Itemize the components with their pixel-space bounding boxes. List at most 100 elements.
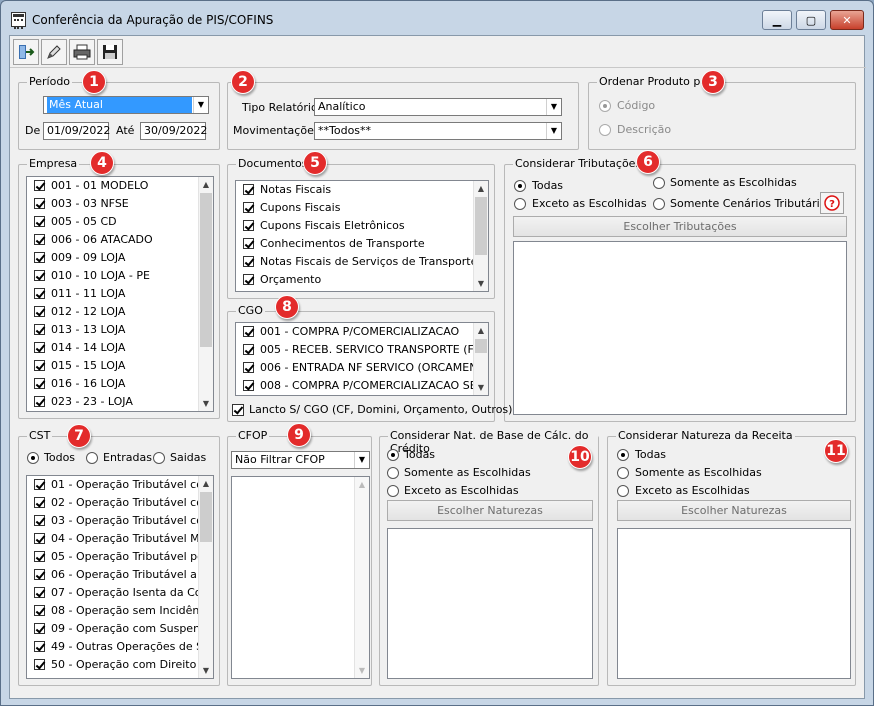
list-item[interactable]: 07 - Operação Isenta da Contri: [27, 584, 213, 602]
list-item[interactable]: 012 - 12 LOJA: [27, 303, 213, 321]
list-item[interactable]: 005 - 05 CD: [27, 213, 213, 231]
list-item[interactable]: 02 - Operação Tributável com: [27, 494, 213, 512]
checkbox[interactable]: [243, 184, 254, 195]
tributacoes-list[interactable]: [513, 241, 847, 415]
scroll-down-icon[interactable]: ▼: [199, 396, 213, 411]
checkbox[interactable]: [243, 238, 254, 249]
list-item[interactable]: 015 - 15 LOJA: [27, 357, 213, 375]
checkbox[interactable]: [34, 515, 45, 526]
trib-exceto-radio[interactable]: [514, 198, 526, 210]
checkbox[interactable]: [34, 659, 45, 670]
date-from-input[interactable]: 01/09/2022: [43, 122, 110, 140]
checkbox[interactable]: [243, 326, 254, 337]
scroll-thumb[interactable]: [200, 193, 212, 347]
checkbox[interactable]: [34, 551, 45, 562]
scroll-up-icon[interactable]: ▲: [199, 476, 213, 491]
list-item[interactable]: 016 - 16 LOJA: [27, 375, 213, 393]
checkbox[interactable]: [243, 380, 254, 391]
scroll-down-icon[interactable]: ▼: [474, 380, 488, 395]
list-item[interactable]: 06 - Operação Tributável a Alí: [27, 566, 213, 584]
checkbox[interactable]: [243, 362, 254, 373]
save-button[interactable]: [97, 39, 123, 65]
scroll-thumb[interactable]: [475, 197, 487, 255]
cfop-select[interactable]: Não Filtrar CFOP ▼: [231, 451, 370, 469]
trib-todas-radio[interactable]: [514, 180, 526, 192]
natreceita-somente-radio[interactable]: [617, 467, 629, 479]
lancto-sem-cgo-checkbox[interactable]: [232, 404, 244, 416]
natreceita-exceto-radio[interactable]: [617, 485, 629, 497]
chevron-down-icon[interactable]: ▼: [546, 99, 561, 115]
checkbox[interactable]: [34, 479, 45, 490]
ordenar-codigo-radio[interactable]: [599, 100, 611, 112]
checkbox[interactable]: [34, 533, 45, 544]
chevron-down-icon[interactable]: ▼: [546, 123, 561, 139]
scroll-down-icon[interactable]: ▼: [355, 663, 369, 678]
checkbox[interactable]: [34, 360, 45, 371]
cfop-list[interactable]: ▲ ▼: [231, 476, 370, 679]
scroll-down-icon[interactable]: ▼: [474, 276, 488, 291]
chevron-down-icon[interactable]: ▼: [193, 97, 208, 113]
checkbox[interactable]: [34, 234, 45, 245]
list-item[interactable]: 009 - 09 LOJA: [27, 249, 213, 267]
checkbox[interactable]: [34, 288, 45, 299]
cst-todos-radio[interactable]: [27, 452, 39, 464]
exit-button[interactable]: [13, 39, 39, 65]
cst-entradas-radio[interactable]: [86, 452, 98, 464]
cst-saidas-radio[interactable]: [153, 452, 165, 464]
checkbox[interactable]: [34, 378, 45, 389]
list-item[interactable]: 010 - 10 LOJA - PE: [27, 267, 213, 285]
list-item[interactable]: 005 - RECEB. SERVICO TRANSPORTE (FR: [236, 341, 488, 359]
list-item[interactable]: Conhecimentos de Transporte: [236, 235, 488, 253]
checkbox[interactable]: [34, 306, 45, 317]
date-to-input[interactable]: 30/09/2022: [140, 122, 207, 140]
chevron-down-icon[interactable]: ▼: [354, 452, 369, 468]
checkbox[interactable]: [34, 180, 45, 191]
checkbox[interactable]: [243, 256, 254, 267]
list-item[interactable]: 014 - 14 LOJA: [27, 339, 213, 357]
list-item[interactable]: 01 - Operação Tributável com: [27, 476, 213, 494]
cgo-list[interactable]: 001 - COMPRA P/COMERCIALIZACAO 005 - RECE…: [235, 322, 489, 396]
natreceita-list[interactable]: [617, 528, 851, 679]
cst-list[interactable]: 01 - Operação Tributável com 02 - Operaçã…: [26, 475, 214, 679]
title-bar[interactable]: Conferência da Apuração de PIS/COFINS ▁ …: [1, 1, 873, 35]
list-item[interactable]: Orçamento: [236, 271, 488, 289]
list-item[interactable]: Notas Fiscais de Serviços de Transportes: [236, 253, 488, 271]
checkbox[interactable]: [34, 270, 45, 281]
list-item[interactable]: Cupons Fiscais: [236, 199, 488, 217]
cfop-scrollbar[interactable]: ▲ ▼: [354, 477, 369, 678]
empresa-scrollbar[interactable]: ▲ ▼: [198, 177, 213, 411]
ordenar-descricao-radio[interactable]: [599, 124, 611, 136]
list-item[interactable]: 006 - 06 ATACADO: [27, 231, 213, 249]
list-item[interactable]: 08 - Operação sem Incidência: [27, 602, 213, 620]
cgo-scrollbar[interactable]: ▲ ▼: [473, 323, 488, 395]
checkbox[interactable]: [34, 497, 45, 508]
checkbox[interactable]: [34, 605, 45, 616]
list-item[interactable]: 003 - 03 NFSE: [27, 195, 213, 213]
tipo-relatorio-select[interactable]: Analítico ▼: [314, 98, 562, 116]
escolher-tributacoes-button[interactable]: Escolher Tributações: [513, 216, 847, 237]
scroll-thumb[interactable]: [475, 339, 487, 353]
scroll-up-icon[interactable]: ▲: [355, 477, 369, 492]
list-item[interactable]: 023 - 23 - LOJA: [27, 393, 213, 411]
checkbox[interactable]: [243, 202, 254, 213]
list-item[interactable]: 50 - Operação com Direito a C: [27, 656, 213, 674]
edit-button[interactable]: [41, 39, 67, 65]
checkbox[interactable]: [34, 252, 45, 263]
natreceita-todas-radio[interactable]: [617, 449, 629, 461]
list-item[interactable]: 001 - 01 MODELO: [27, 177, 213, 195]
list-item[interactable]: 011 - 11 LOJA: [27, 285, 213, 303]
checkbox[interactable]: [34, 396, 45, 407]
scroll-up-icon[interactable]: ▲: [199, 177, 213, 192]
checkbox[interactable]: [34, 587, 45, 598]
natbase-list[interactable]: [387, 528, 593, 679]
trib-somente-radio[interactable]: [653, 177, 665, 189]
checkbox[interactable]: [34, 342, 45, 353]
list-item[interactable]: 001 - COMPRA P/COMERCIALIZACAO: [236, 323, 488, 341]
list-item[interactable]: Notas Fiscais: [236, 181, 488, 199]
list-item[interactable]: 008 - COMPRA P/COMERCIALIZACAO SEL: [236, 377, 488, 395]
checkbox[interactable]: [34, 569, 45, 580]
empresa-list[interactable]: 001 - 01 MODELO 003 - 03 NFSE 005 - 05 CD 0…: [26, 176, 214, 412]
documentos-list[interactable]: Notas Fiscais Cupons Fiscais Cupons Fiscai…: [235, 180, 489, 292]
list-item[interactable]: Cupons Fiscais Eletrônicos: [236, 217, 488, 235]
trib-cenarios-radio[interactable]: [653, 198, 665, 210]
